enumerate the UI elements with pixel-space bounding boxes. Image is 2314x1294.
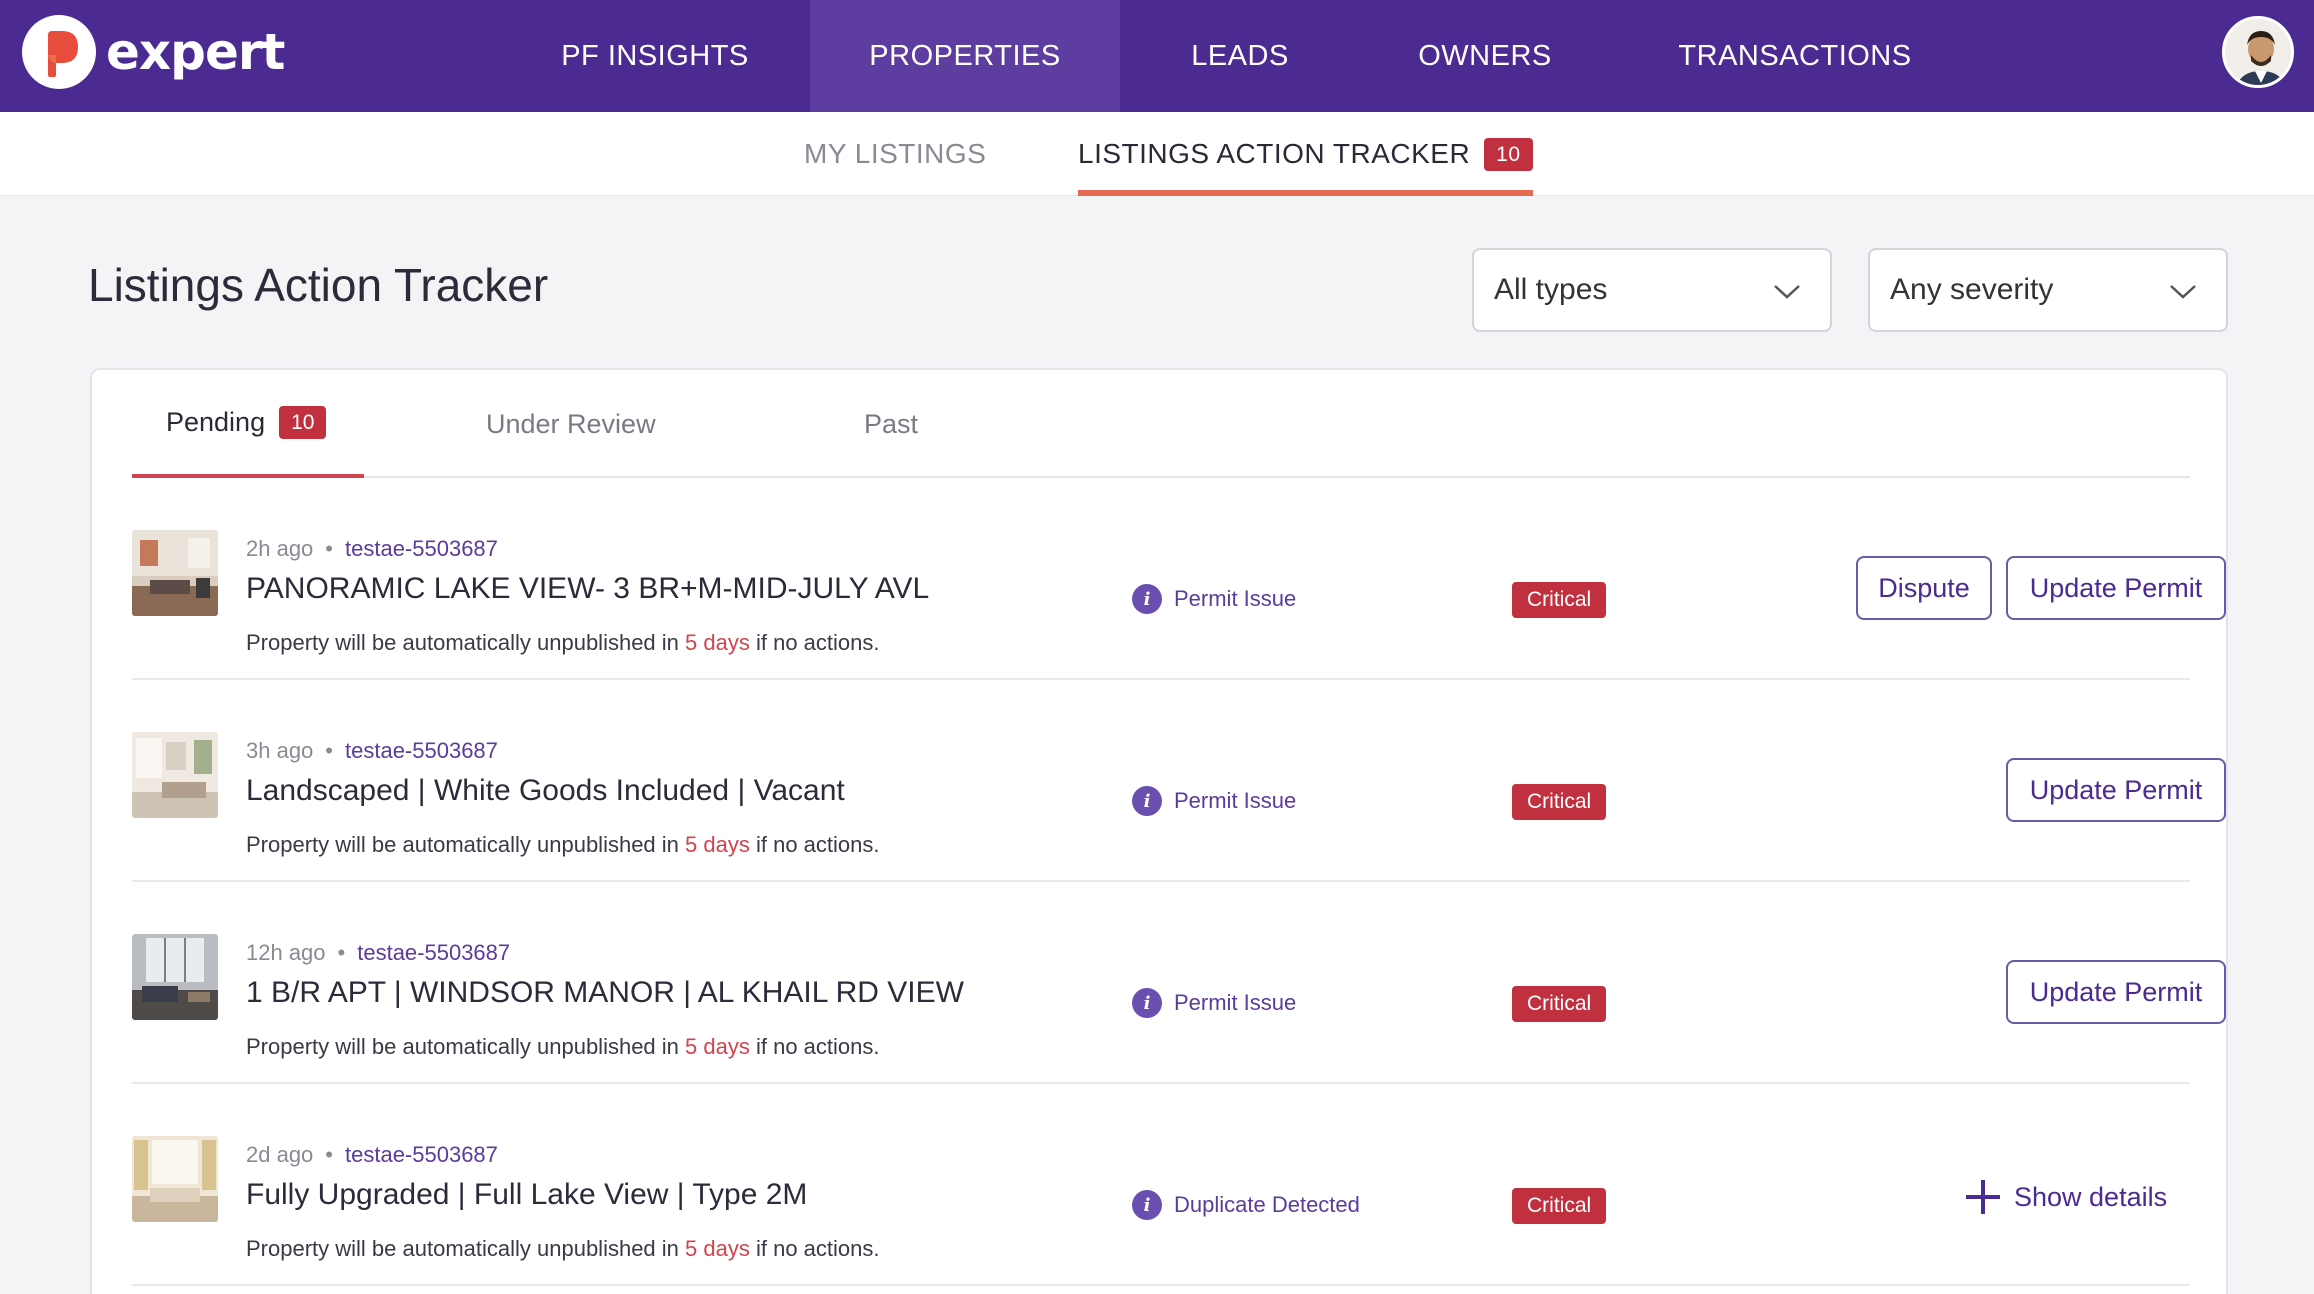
issue-label: Permit Issue <box>1174 788 1297 813</box>
unpublish-warning: Property will be automatically unpublish… <box>246 1034 880 1060</box>
separator-dot: • <box>325 738 333 763</box>
tab-tracker-label: LISTINGS ACTION TRACKER <box>1078 138 1471 169</box>
tab-pending-label: Pending <box>166 406 266 437</box>
warning-days: 5 days <box>685 1034 750 1059</box>
issue-type: i Permit Issue <box>1132 988 1296 1018</box>
listing-reference-link[interactable]: testae-5503687 <box>357 940 510 966</box>
update-permit-button[interactable]: Update Permit <box>2006 960 2226 1024</box>
listing-thumbnail[interactable] <box>132 934 218 1020</box>
nav-transactions[interactable]: TRANSACTIONS <box>1640 0 1950 112</box>
pending-count-badge: 10 <box>279 405 327 439</box>
warning-days: 5 days <box>685 1236 750 1261</box>
issue-label: Permit Issue <box>1174 990 1297 1015</box>
listing-thumbnail[interactable] <box>132 530 218 616</box>
update-permit-button[interactable]: Update Permit <box>2006 758 2226 822</box>
listing-meta: 2d ago • testae-5503687 <box>246 1142 498 1168</box>
tracker-card: Pending 10 Under Review Past 2h ago • te… <box>90 368 2228 1294</box>
logo-text: expert <box>106 23 285 81</box>
plus-icon <box>1966 1180 2000 1214</box>
warning-text-end: if no actions. <box>755 630 880 655</box>
separator-dot: • <box>325 536 333 561</box>
warning-text-end: if no actions. <box>755 1034 880 1059</box>
page-title: Listings Action Tracker <box>88 259 549 311</box>
warning-text: Property will be automatically unpublish… <box>246 1034 679 1059</box>
listing-title[interactable]: 1 B/R APT | WINDSOR MANOR | AL KHAIL RD … <box>246 976 964 1010</box>
listing-title[interactable]: Landscaped | White Goods Included | Vaca… <box>246 774 845 808</box>
listing-row: 2h ago • testae-5503687 PANORAMIC LAKE V… <box>132 478 2226 680</box>
info-icon: i <box>1132 988 1162 1018</box>
listing-meta: 2h ago • testae-5503687 <box>246 536 498 562</box>
listing-time: 2d ago <box>246 1142 314 1167</box>
tracker-count-badge: 10 <box>1484 137 1533 171</box>
nav-leads[interactable]: LEADS <box>1120 0 1360 112</box>
warning-text: Property will be automatically unpublish… <box>246 630 679 655</box>
listing-reference-link[interactable]: testae-5503687 <box>345 1142 498 1168</box>
info-icon: i <box>1132 1190 1162 1220</box>
tab-my-listings-label: MY LISTINGS <box>804 138 987 169</box>
listing-meta: 12h ago • testae-5503687 <box>246 940 510 966</box>
nav-pf-insights[interactable]: PF INSIGHTS <box>520 0 790 112</box>
tab-pending[interactable]: Pending 10 <box>132 370 364 478</box>
chevron-down-icon <box>1772 276 1802 314</box>
tab-my-listings[interactable]: MY LISTINGS <box>804 112 986 196</box>
listing-row: 12h ago • testae-5503687 1 B/R APT | WIN… <box>132 882 2226 1084</box>
warning-text-end: if no actions. <box>755 1236 880 1261</box>
listing-thumbnail[interactable] <box>132 732 218 818</box>
chevron-down-icon <box>2168 276 2198 314</box>
show-details-button[interactable]: Show details <box>1966 1180 2167 1214</box>
listing-meta: 3h ago • testae-5503687 <box>246 738 498 764</box>
logo[interactable]: expert <box>22 15 285 89</box>
update-permit-button[interactable]: Update Permit <box>2006 556 2226 620</box>
tab-listings-action-tracker[interactable]: LISTINGS ACTION TRACKER 10 <box>1078 112 1533 196</box>
user-avatar[interactable] <box>2222 16 2294 88</box>
separator-dot: • <box>337 940 346 965</box>
severity-badge: Critical <box>1512 582 1607 618</box>
nav-properties[interactable]: PROPERTIES <box>810 0 1120 112</box>
unpublish-warning: Property will be automatically unpublish… <box>246 832 880 858</box>
separator-dot: • <box>325 1142 333 1167</box>
issue-type: i Permit Issue <box>1132 584 1296 614</box>
unpublish-warning: Property will be automatically unpublish… <box>246 1236 880 1262</box>
listing-title[interactable]: PANORAMIC LAKE VIEW- 3 BR+M-MID-JULY AVL <box>246 572 929 606</box>
listing-title[interactable]: Fully Upgraded | Full Lake View | Type 2… <box>246 1178 807 1212</box>
type-filter-select[interactable]: All types <box>1472 248 1832 332</box>
listing-time: 2h ago <box>246 536 314 561</box>
warning-text: Property will be automatically unpublish… <box>246 832 679 857</box>
status-tabs: Pending 10 Under Review Past <box>132 370 2190 478</box>
issue-label: Duplicate Detected <box>1174 1192 1360 1217</box>
listing-thumbnail[interactable] <box>132 1136 218 1222</box>
warning-days: 5 days <box>685 832 750 857</box>
show-details-label: Show details <box>2014 1181 2168 1212</box>
info-icon: i <box>1132 584 1162 614</box>
warning-days: 5 days <box>685 630 750 655</box>
info-icon: i <box>1132 786 1162 816</box>
listing-reference-link[interactable]: testae-5503687 <box>345 536 498 562</box>
severity-filter-value: Any severity <box>1890 273 2054 306</box>
warning-text-end: if no actions. <box>755 832 880 857</box>
top-navbar: expert PF INSIGHTS PROPERTIES LEADS OWNE… <box>0 0 2314 112</box>
listing-row: 3h ago • testae-5503687 Landscaped | Whi… <box>132 680 2226 882</box>
nav-owners[interactable]: OWNERS <box>1360 0 1610 112</box>
listing-time: 12h ago <box>246 940 326 965</box>
unpublish-warning: Property will be automatically unpublish… <box>246 630 880 656</box>
listing-reference-link[interactable]: testae-5503687 <box>345 738 498 764</box>
issue-type: i Permit Issue <box>1132 786 1296 816</box>
listing-time: 3h ago <box>246 738 314 763</box>
severity-filter-select[interactable]: Any severity <box>1868 248 2228 332</box>
logo-icon <box>22 15 96 89</box>
listing-row: 2d ago • testae-5503687 Fully Upgraded |… <box>132 1084 2190 1286</box>
issue-label: Permit Issue <box>1174 586 1297 611</box>
tab-past[interactable]: Past <box>864 370 918 478</box>
severity-badge: Critical <box>1512 784 1607 820</box>
dispute-button[interactable]: Dispute <box>1856 556 1992 620</box>
type-filter-value: All types <box>1494 273 1608 306</box>
issue-type: i Duplicate Detected <box>1132 1190 1360 1220</box>
warning-text: Property will be automatically unpublish… <box>246 1236 679 1261</box>
sub-navbar: MY LISTINGS LISTINGS ACTION TRACKER 10 <box>0 112 2314 196</box>
tab-under-review[interactable]: Under Review <box>486 370 656 478</box>
severity-badge: Critical <box>1512 986 1607 1022</box>
severity-badge: Critical <box>1512 1188 1607 1224</box>
